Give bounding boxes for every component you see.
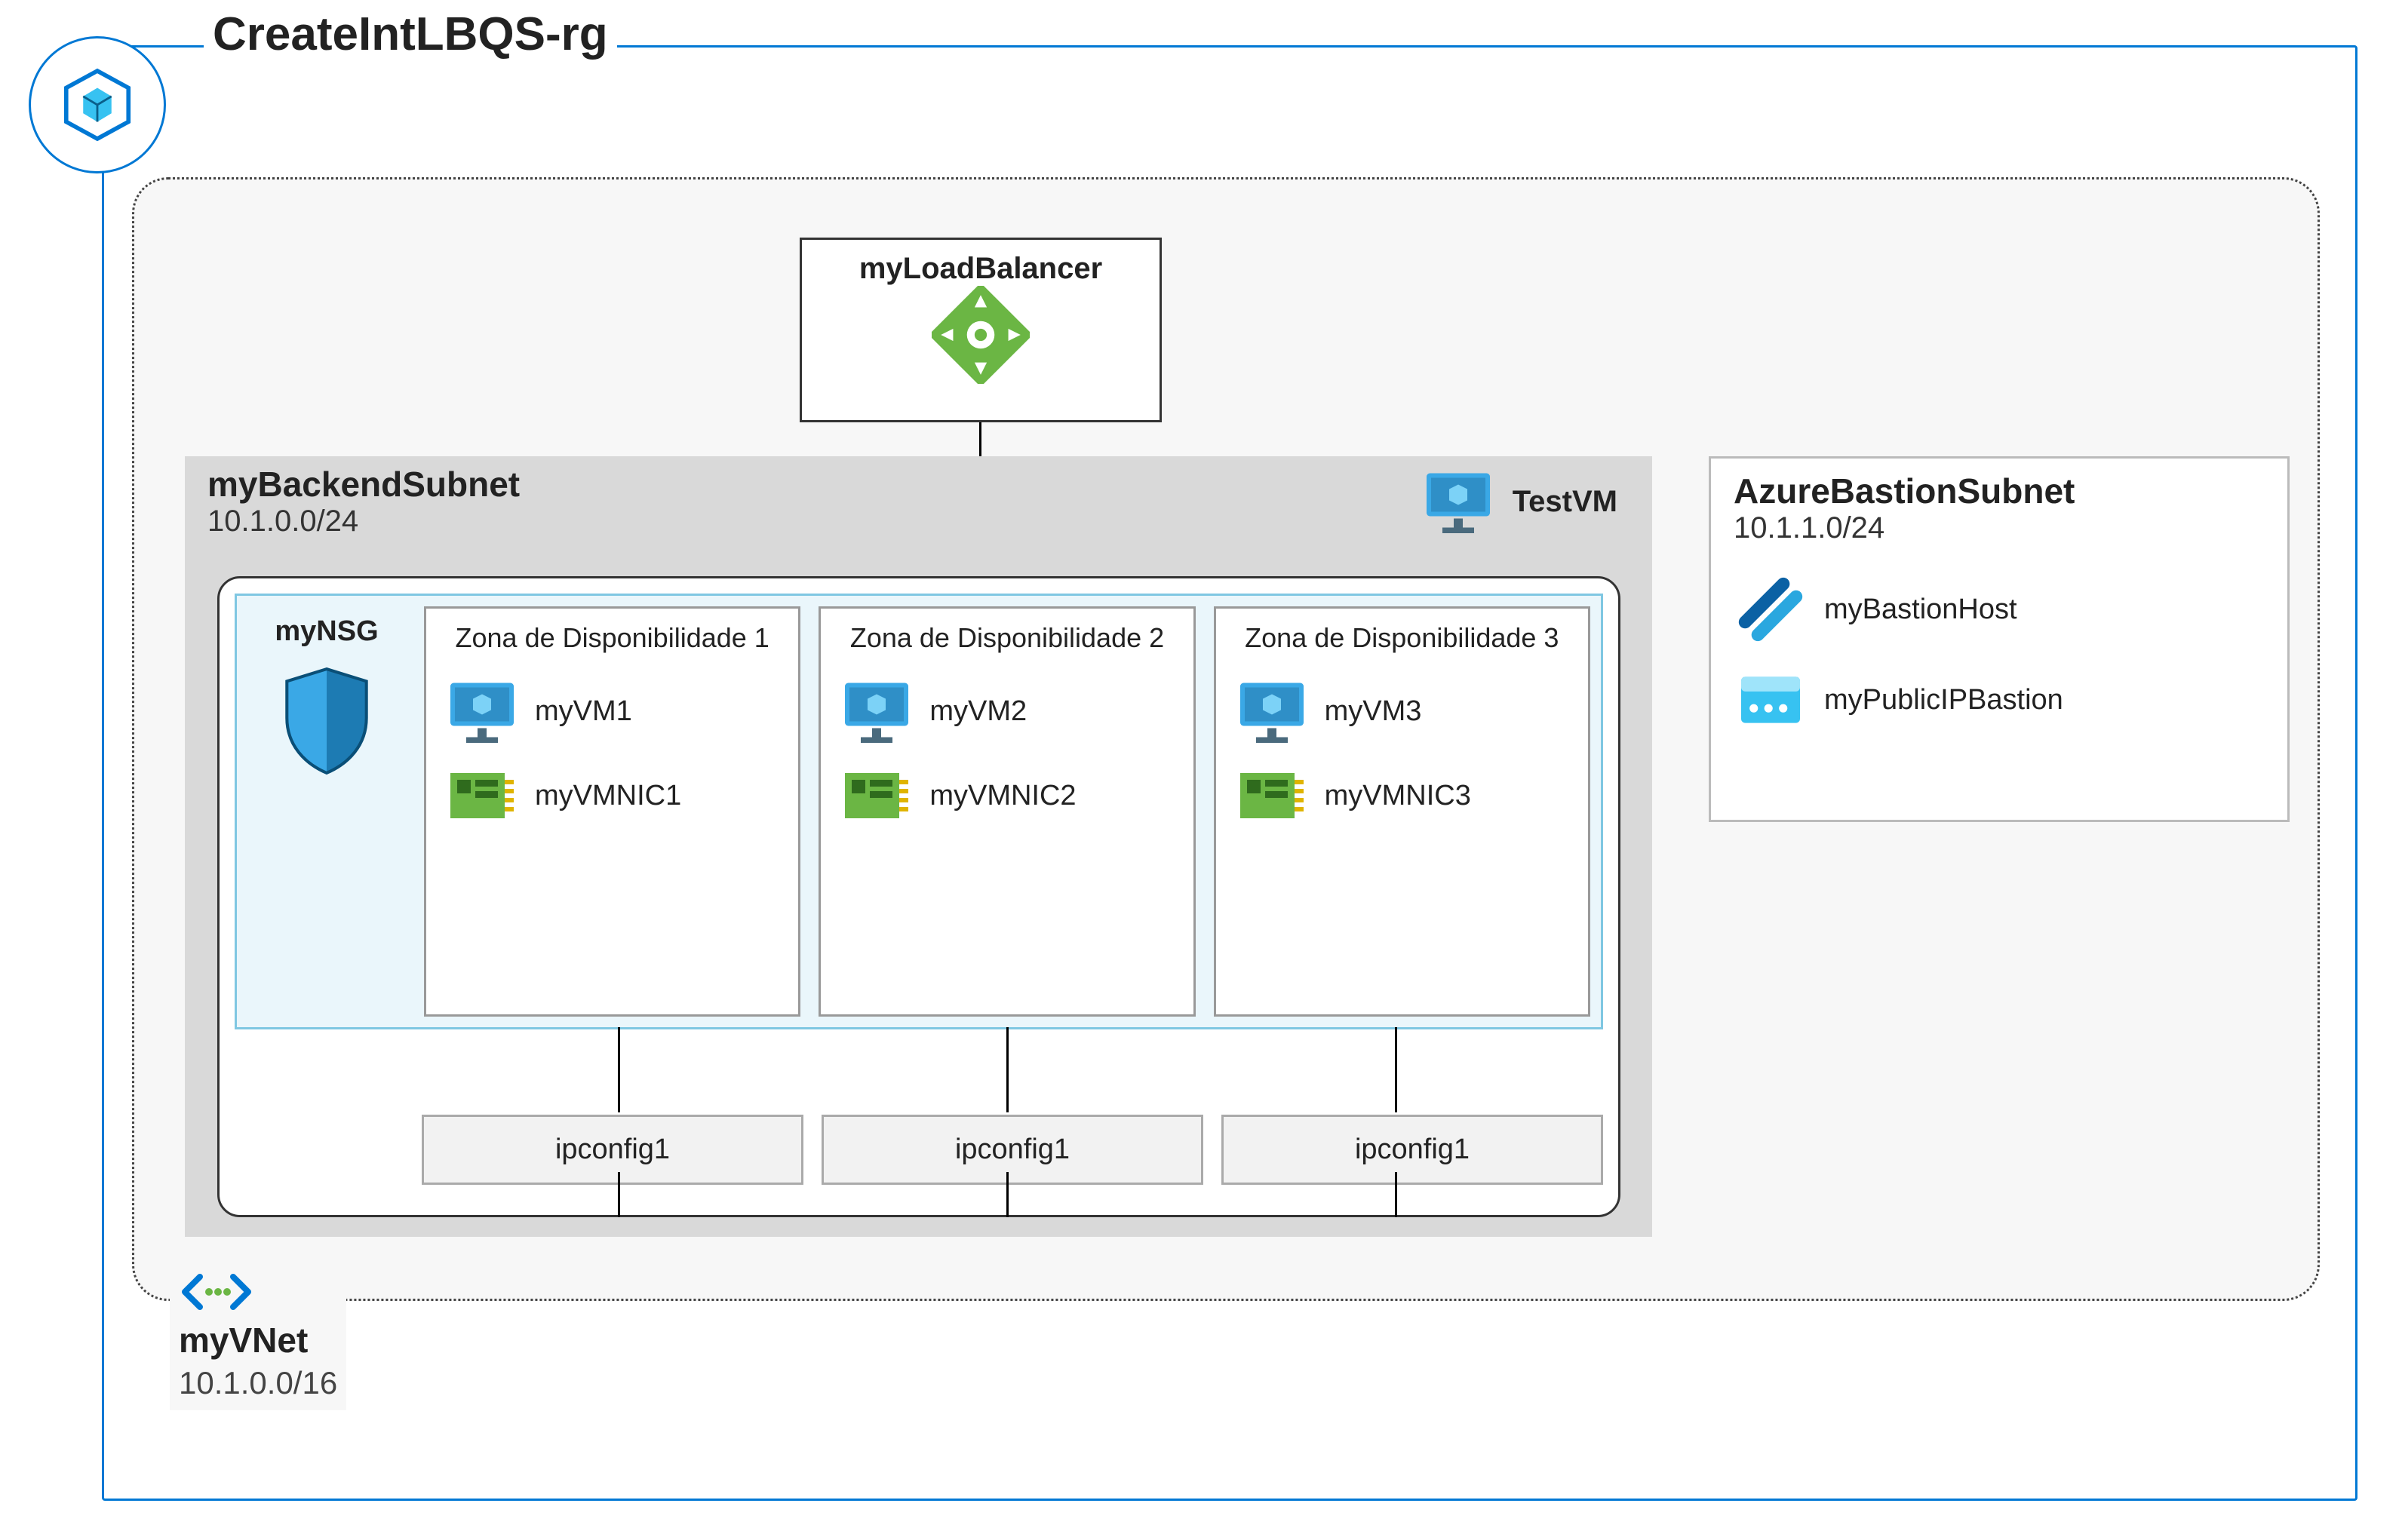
az2-vm: myVM2 [834,667,1179,755]
load-balancer-label: myLoadBalancer [859,252,1102,286]
connector-z2-ip [1006,1027,1009,1112]
connector-ip1-out [618,1172,620,1217]
backend-subnet-cidr: 10.1.0.0/24 [207,505,1629,538]
bastion-subnet-box: AzureBastionSubnet 10.1.1.0/24 myBastion… [1709,456,2290,822]
availability-zone-1: Zona de Disponibilidade 1 myVM1 [424,606,800,1017]
az1-title: Zona de Disponibilidade 1 [440,622,785,654]
availability-zone-2: Zona de Disponibilidade 2 myVM2 [819,606,1195,1017]
az1-vm-label: myVM1 [535,695,632,728]
az2-title: Zona de Disponibilidade 2 [834,622,1179,654]
availability-zone-3: Zona de Disponibilidade 3 myVM3 [1214,606,1590,1017]
diagram-canvas: CreateIntLBQS-rg myVNet 10.1.0.0/16 myLo… [0,0,2402,1540]
vm-icon [1236,678,1308,744]
az1-nic-label: myVMNIC1 [535,780,681,812]
resource-group-icon [52,60,143,150]
nsg-panel: myNSG [247,606,406,1017]
az3-nic: myVMNIC3 [1230,755,1574,836]
bastion-pip-row: myPublicIPBastion [1734,657,2265,743]
load-balancer-box: myLoadBalancer [800,238,1162,422]
vnet-icon [179,1271,254,1313]
backend-subnet-name: myBackendSubnet [207,464,1629,505]
resource-group-badge [29,36,166,173]
connector-z3-ip [1395,1027,1397,1112]
nic-icon [840,765,913,826]
az2-nic-label: myVMNIC2 [929,780,1076,812]
vm-icon [446,678,518,744]
az3-vm-label: myVM3 [1325,695,1422,728]
vm-icon [1422,468,1494,535]
az2-vm-label: myVM2 [929,695,1027,728]
connector-z1-ip [618,1027,620,1112]
nsg-container: myNSG Zona de Disponibilidade 1 [217,576,1620,1217]
shield-icon [278,663,376,776]
nsg-label: myNSG [275,615,378,648]
ipconfig-2: ipconfig1 [822,1115,1203,1185]
vnet-cidr: 10.1.0.0/16 [179,1365,337,1401]
bastion-icon [1737,575,1805,643]
ipconfig-1: ipconfig1 [422,1115,803,1185]
public-ip-icon [1737,670,1805,729]
az3-title: Zona de Disponibilidade 3 [1230,622,1574,654]
test-vm-row: TestVM [1422,468,1617,535]
bastion-host-label: myBastionHost [1824,594,2017,626]
ipconfig-3: ipconfig1 [1221,1115,1603,1185]
vnet-tag: myVNet 10.1.0.0/16 [170,1271,346,1410]
bastion-pip-label: myPublicIPBastion [1824,684,2063,716]
load-balancer-icon [932,286,1030,384]
bastion-subnet-cidr: 10.1.1.0/24 [1734,511,2265,545]
vm-icon [840,678,913,744]
az1-vm: myVM1 [440,667,785,755]
nic-icon [446,765,518,826]
vnet-name: myVNet [179,1320,337,1361]
connector-ip2-out [1006,1172,1009,1217]
connector-ip3-out [1395,1172,1397,1217]
az1-nic: myVMNIC1 [440,755,785,836]
ipconfig-row: ipconfig1 ipconfig1 ipconfig1 [235,1115,1603,1185]
test-vm-label: TestVM [1513,485,1617,519]
resource-group-title: CreateIntLBQS-rg [204,8,617,61]
bastion-subnet-name: AzureBastionSubnet [1734,471,2265,511]
nsg-band: myNSG Zona de Disponibilidade 1 [235,594,1603,1029]
az2-nic: myVMNIC2 [834,755,1179,836]
az3-nic-label: myVMNIC3 [1325,780,1471,812]
az3-vm: myVM3 [1230,667,1574,755]
nic-icon [1236,765,1308,826]
bastion-host-row: myBastionHost [1734,562,2265,657]
